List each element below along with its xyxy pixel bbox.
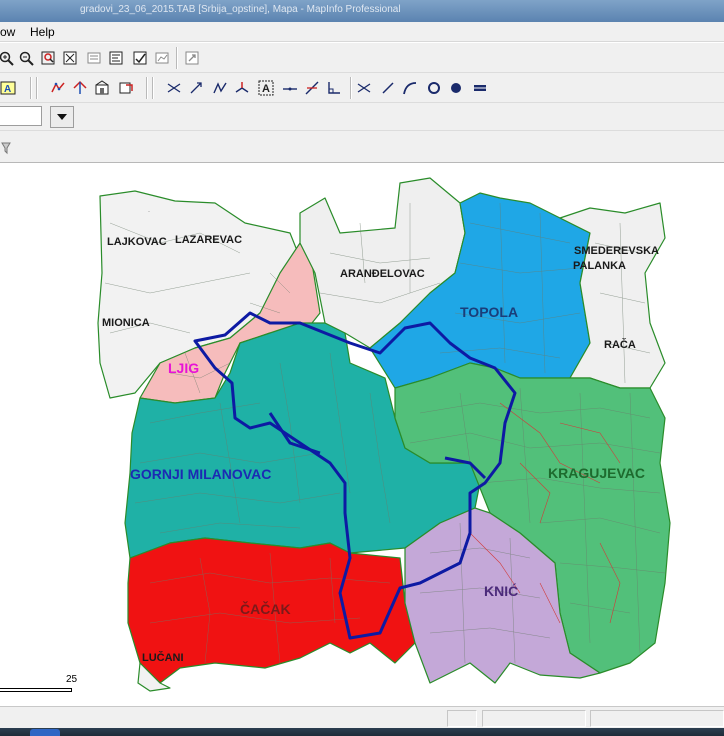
drag-map-icon[interactable] [48,78,68,98]
toolbar-separator [30,77,32,99]
scale-bar: 25 [0,674,80,700]
settlement-label-dot: · [148,209,150,215]
circle-icon[interactable] [446,78,466,98]
label-lazarevac: LAZAREVAC [175,234,243,246]
window-title: gradovi_23_06_2015.TAB [Srbija_opstine],… [80,4,401,15]
label-lajkovac: LAJKOVAC [107,236,167,248]
status-bar [0,706,724,728]
line-icon[interactable] [378,78,398,98]
style-toolbar [0,103,724,131]
main-toolbar [0,43,724,73]
clip-region-icon[interactable] [70,78,90,98]
scale-bar-label: 25 [66,674,78,685]
mapinfo-window: gradovi_23_06_2015.TAB [Srbija_opstine],… [0,0,724,736]
menu-bar: ow Help [0,22,724,42]
ruler-icon[interactable] [106,48,126,68]
statistics-icon[interactable] [116,78,136,98]
label-ljig: LJIG [168,360,200,376]
toolbar-separator [350,77,352,99]
scale-bar-line [0,688,72,692]
zoom-combo-input[interactable] [0,106,42,126]
label-raca: RAČA [604,339,636,351]
svg-text:A: A [4,84,11,95]
label-knic: KNIĆ [484,583,519,599]
chevron-down-icon [57,114,67,120]
arc-icon[interactable] [424,78,444,98]
hotlink-icon[interactable] [182,48,202,68]
info-icon[interactable] [84,48,104,68]
taskbar-app-icon[interactable] [30,729,60,736]
label-arandjelovac: ARANĐELOVAC [340,268,425,280]
label-smederevska-2: PALANKA [573,260,626,272]
label-gornji-milanovac: GORNJI MILANOVAC [130,466,272,482]
select-tool-icon[interactable] [0,138,18,158]
status-pane [590,710,724,727]
toolbar-separator [146,77,148,99]
split-icon[interactable] [302,78,322,98]
text-icon[interactable]: A [256,78,276,98]
label-icon[interactable]: A [0,78,18,98]
symbol-icon[interactable] [354,78,374,98]
zoom-in-icon[interactable] [0,48,16,68]
title-bar: gradovi_23_06_2015.TAB [Srbija_opstine],… [0,0,724,22]
toolbar-separator [176,47,178,69]
add-node-icon[interactable] [232,78,252,98]
label-mionica: MIONICA [102,317,150,329]
status-pane [482,710,586,727]
zoom-out-icon[interactable] [16,48,36,68]
grabber-icon[interactable] [60,48,80,68]
svg-text:A: A [262,83,270,95]
tools-toolbar [0,131,724,163]
arrow-icon[interactable] [186,78,206,98]
combo-dropdown-button[interactable] [50,106,74,128]
statistics-icon[interactable] [152,48,172,68]
label-kragujevac: KRAGUJEVAC [548,465,645,481]
frame-icon[interactable] [470,78,490,98]
menu-item-window[interactable]: ow [0,25,15,39]
map-window[interactable]: · LAJKOVAC LAZAREVAC MIONICA LJIG GORNJI… [0,163,724,706]
toolbar-separator [152,77,154,99]
angle-icon[interactable] [324,78,344,98]
label-topola: TOPOLA [460,304,519,320]
label-lucani: LUČANI [142,652,184,664]
menu-item-help[interactable]: Help [30,25,55,39]
change-view-icon[interactable] [38,48,58,68]
line-style-icon[interactable] [280,78,300,98]
reshape-icon[interactable] [210,78,230,98]
drawing-toolbar: A A [0,73,724,103]
polyline-icon[interactable] [400,78,420,98]
status-pane [447,710,477,727]
label-smederevska-1: SMEDEREVSKA [574,245,659,257]
legend-icon[interactable] [130,48,150,68]
label-cacak: ČAČAK [240,601,291,617]
toolbar-separator [36,77,38,99]
windows-taskbar [0,728,724,736]
intersection-icon[interactable] [164,78,184,98]
layer-control-icon[interactable] [92,78,112,98]
